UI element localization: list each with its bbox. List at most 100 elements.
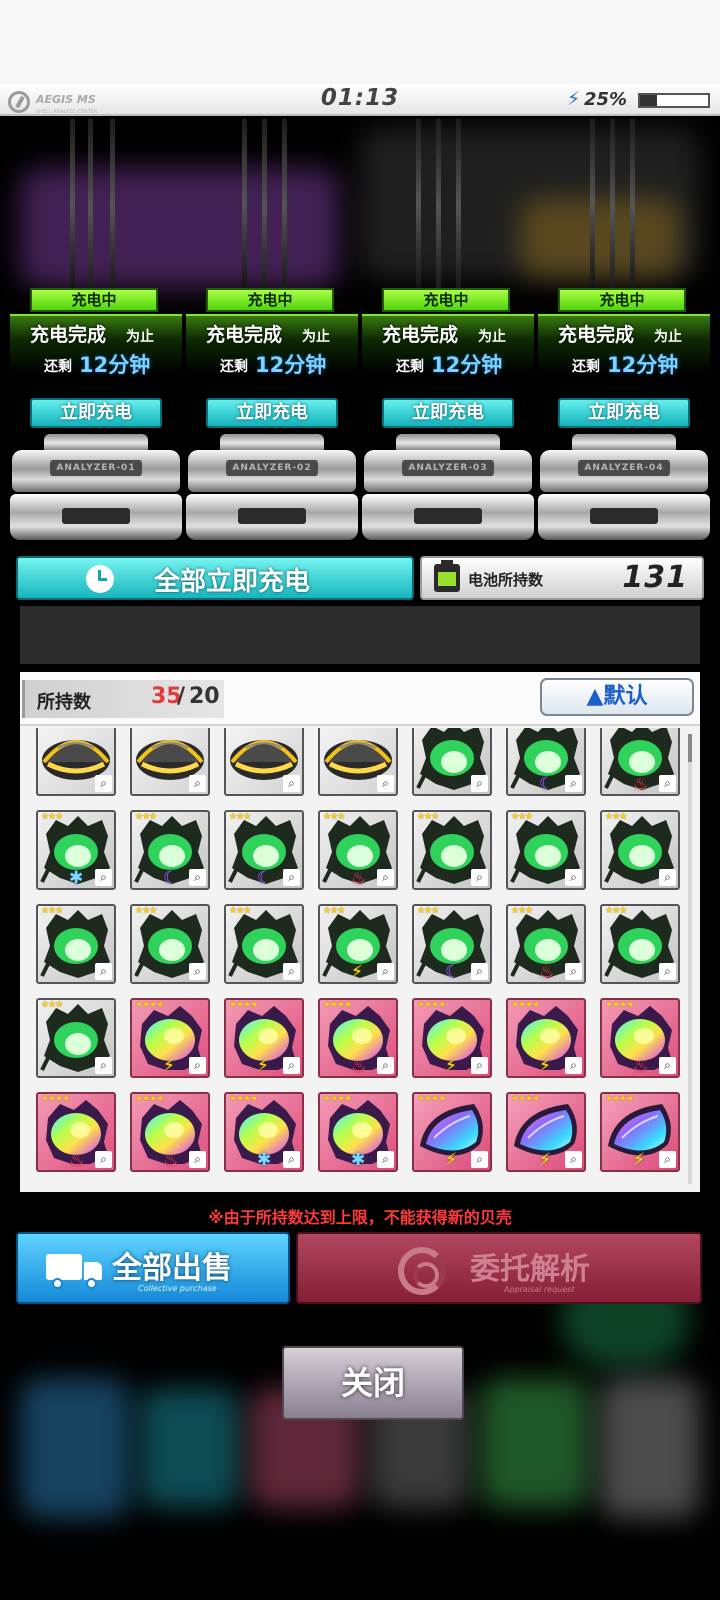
shell-item[interactable]: ★⌕ bbox=[130, 728, 210, 796]
shell-item[interactable]: ★★★☾⌕ bbox=[224, 810, 304, 890]
magnifier-icon[interactable]: ⌕ bbox=[283, 775, 300, 792]
shell-item[interactable]: ★★★★ ✱ ⌕ bbox=[224, 1092, 304, 1172]
magnifier-icon[interactable]: ⌕ bbox=[565, 775, 582, 792]
charge-now-button[interactable]: 立即充电 bbox=[206, 398, 338, 428]
bolt-attribute-icon: ⚡ bbox=[163, 1056, 175, 1076]
logo-mark-icon bbox=[8, 90, 30, 113]
magnifier-icon[interactable]: ⌕ bbox=[189, 1057, 206, 1074]
shell-item[interactable]: ★★★☾⌕ bbox=[506, 728, 586, 796]
battery-stock: 电池所持数 131 bbox=[420, 556, 704, 600]
shell-item[interactable]: ★★★ ⚡ ⌕ bbox=[318, 904, 398, 984]
remaining-label: 还剩 bbox=[396, 359, 424, 375]
magnifier-icon[interactable]: ⌕ bbox=[95, 775, 112, 792]
magnifier-icon[interactable]: ⌕ bbox=[95, 963, 112, 980]
scrollbar[interactable] bbox=[688, 734, 692, 1184]
magnifier-icon[interactable]: ⌕ bbox=[471, 869, 488, 886]
analyzer-machine[interactable]: ANALYZER-01 bbox=[10, 434, 182, 554]
shell-item[interactable]: ★★★ ⌕ bbox=[600, 810, 680, 890]
shell-item[interactable]: ★★★★ ♨ ⌕ bbox=[318, 998, 398, 1078]
magnifier-icon[interactable]: ⌕ bbox=[189, 1151, 206, 1168]
magnifier-icon[interactable]: ⌕ bbox=[377, 775, 394, 792]
shell-item[interactable]: ★★★★ ⚡ ⌕ bbox=[506, 1092, 586, 1172]
shell-item[interactable]: ★★★⌕ bbox=[412, 728, 492, 796]
magnifier-icon[interactable]: ⌕ bbox=[565, 963, 582, 980]
magnifier-icon[interactable]: ⌕ bbox=[471, 775, 488, 792]
shell-item[interactable]: ★★★☾⌕ bbox=[130, 810, 210, 890]
rarity-stars: ★★★★ bbox=[511, 1094, 540, 1104]
shell-item[interactable]: ★⌕ bbox=[36, 728, 116, 796]
rarity-stars: ★★★ bbox=[417, 812, 439, 822]
charge-now-button[interactable]: 立即充电 bbox=[382, 398, 514, 428]
shell-item[interactable]: ★★★★ ⚡ ⌕ bbox=[600, 1092, 680, 1172]
magnifier-icon[interactable]: ⌕ bbox=[189, 869, 206, 886]
shell-item[interactable]: ★★★♨⌕ bbox=[318, 810, 398, 890]
shell-item[interactable]: ★★★⌕ bbox=[506, 810, 586, 890]
fire-attribute-icon: ♨ bbox=[69, 1150, 85, 1170]
magnifier-icon[interactable]: ⌕ bbox=[471, 963, 488, 980]
magnifier-icon[interactable]: ⌕ bbox=[565, 1151, 582, 1168]
shell-item[interactable]: ★★★⌕ bbox=[36, 904, 116, 984]
close-button[interactable]: 关闭 bbox=[282, 1346, 464, 1420]
shell-item[interactable]: ★★★★ ⚡ ⌕ bbox=[224, 998, 304, 1078]
analyzer-machine[interactable]: ANALYZER-02 bbox=[186, 434, 358, 554]
magnifier-icon[interactable]: ⌕ bbox=[95, 1151, 112, 1168]
shell-item[interactable]: ★★★♨⌕ bbox=[506, 904, 586, 984]
shell-item[interactable]: ★★★★ ⚡ ⌕ bbox=[412, 1092, 492, 1172]
magnifier-icon[interactable]: ⌕ bbox=[659, 869, 676, 886]
charge-all-button[interactable]: 全部立即充电 bbox=[16, 556, 414, 600]
shell-item[interactable]: ★★★★ ⚡ ⌕ bbox=[130, 998, 210, 1078]
magnifier-icon[interactable]: ⌕ bbox=[283, 869, 300, 886]
magnifier-icon[interactable]: ⌕ bbox=[659, 1057, 676, 1074]
magnifier-icon[interactable]: ⌕ bbox=[95, 1057, 112, 1074]
magnifier-icon[interactable]: ⌕ bbox=[377, 1057, 394, 1074]
shell-item[interactable]: ★★★⌕ bbox=[224, 904, 304, 984]
magnifier-icon[interactable]: ⌕ bbox=[283, 963, 300, 980]
magnifier-icon[interactable]: ⌕ bbox=[659, 1151, 676, 1168]
shell-item[interactable]: ★★★★ ♨ ⌕ bbox=[130, 1092, 210, 1172]
owned-count: 所持数 35 / 20 bbox=[22, 680, 224, 718]
magnifier-icon[interactable]: ⌕ bbox=[659, 775, 676, 792]
magnifier-icon[interactable]: ⌕ bbox=[189, 963, 206, 980]
truck-icon bbox=[46, 1254, 102, 1289]
shell-item[interactable]: ★★★★ ✱ ⌕ bbox=[318, 1092, 398, 1172]
analyzer-machine[interactable]: ANALYZER-04 bbox=[538, 434, 710, 554]
shell-item[interactable]: ★★★☾⌕ bbox=[412, 904, 492, 984]
magnifier-icon[interactable]: ⌕ bbox=[189, 775, 206, 792]
magnifier-icon[interactable]: ⌕ bbox=[565, 1057, 582, 1074]
shell-item[interactable]: ★★★⌕ bbox=[600, 904, 680, 984]
magnifier-icon[interactable]: ⌕ bbox=[95, 869, 112, 886]
magnifier-icon[interactable]: ⌕ bbox=[377, 1151, 394, 1168]
analyzer-machine[interactable]: ANALYZER-03 bbox=[362, 434, 534, 554]
magnifier-icon[interactable]: ⌕ bbox=[377, 869, 394, 886]
sort-button[interactable]: ▲默认 bbox=[540, 678, 694, 716]
rarity-stars: ★★★ bbox=[323, 812, 345, 822]
shell-item[interactable]: ★★★♨⌕ bbox=[600, 728, 680, 796]
shell-item[interactable]: ★★★⌕ bbox=[36, 998, 116, 1078]
magnifier-icon[interactable]: ⌕ bbox=[283, 1057, 300, 1074]
charge-now-button[interactable]: 立即充电 bbox=[558, 398, 690, 428]
shell-item[interactable]: ★★★ ✱ ⌕ bbox=[36, 810, 116, 890]
shell-item[interactable]: ★⌕ bbox=[318, 728, 398, 796]
magnifier-icon[interactable]: ⌕ bbox=[471, 1151, 488, 1168]
shell-item[interactable]: ★★★ ⌕ bbox=[412, 810, 492, 890]
magnifier-icon[interactable]: ⌕ bbox=[283, 1151, 300, 1168]
shell-item[interactable]: ★★★★ ⚡ ⌕ bbox=[412, 998, 492, 1078]
request-analysis-button[interactable]: 委托解析 Appraisal request bbox=[296, 1232, 702, 1304]
rarity-stars: ★★★★ bbox=[135, 1000, 164, 1010]
sell-all-button[interactable]: 全部出售 Collective purchase bbox=[16, 1232, 290, 1304]
remaining-time: 12分钟 bbox=[79, 353, 151, 377]
magnifier-icon[interactable]: ⌕ bbox=[377, 963, 394, 980]
shell-item[interactable]: ★★★★ ♨ ⌕ bbox=[36, 1092, 116, 1172]
shell-item[interactable]: ★⌕ bbox=[224, 728, 304, 796]
shell-item[interactable]: ★★★★ ⚡ ⌕ bbox=[506, 998, 586, 1078]
remaining-time: 12分钟 bbox=[607, 353, 679, 377]
scrollbar-thumb[interactable] bbox=[688, 734, 692, 762]
shell-item[interactable]: ★★★★ ♨ ⌕ bbox=[600, 998, 680, 1078]
shell-item[interactable]: ★★★⌕ bbox=[130, 904, 210, 984]
magnifier-icon[interactable]: ⌕ bbox=[659, 963, 676, 980]
charge-now-button[interactable]: 立即充电 bbox=[30, 398, 162, 428]
magnifier-icon[interactable]: ⌕ bbox=[565, 869, 582, 886]
shell-grid-viewport[interactable]: ★⌕★⌕★⌕★⌕★★★⌕★★★☾⌕★★★♨⌕★★★✱⌕★★★☾⌕★★★☾⌕★★★… bbox=[20, 728, 700, 1192]
magnifier-icon[interactable]: ⌕ bbox=[471, 1057, 488, 1074]
rarity-stars: ★★★ bbox=[605, 812, 627, 822]
